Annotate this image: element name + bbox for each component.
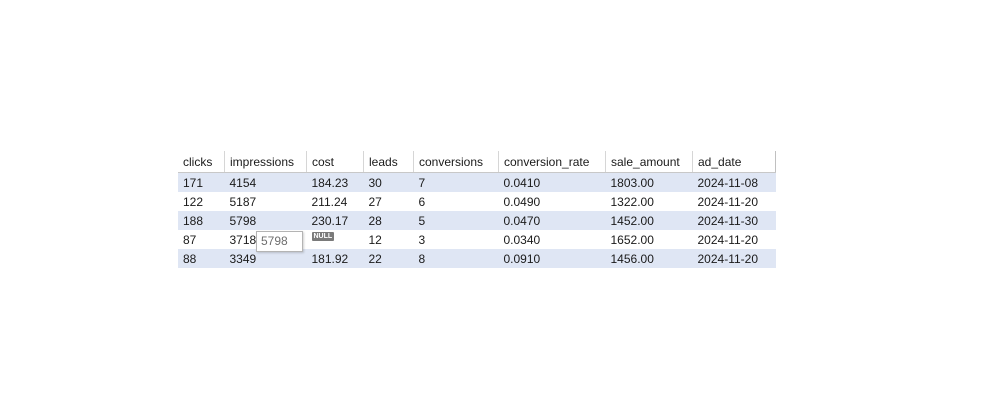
table-cell[interactable]: 7 (414, 173, 499, 193)
column-header-leads[interactable]: leads (363, 151, 414, 173)
table-row[interactable]: 188 5798 230.17 28 5 0.0470 1452.00 2024… (178, 211, 776, 230)
table-cell[interactable]: 30 (364, 173, 414, 193)
table-cell[interactable]: 2024-11-20 (693, 230, 776, 249)
table-row[interactable]: 171 4154 184.23 30 7 0.0410 1803.00 2024… (178, 172, 776, 193)
table-cell[interactable]: 4154 (225, 173, 307, 193)
column-header-impressions[interactable]: impressions (224, 151, 307, 173)
table-cell[interactable]: 230.17 (307, 211, 364, 230)
table-cell[interactable]: 8 (414, 249, 499, 268)
table-cell[interactable]: 87 (178, 230, 225, 249)
grid-header-row: clicks impressions cost leads conversion… (178, 151, 776, 173)
table-cell[interactable]: 2024-11-30 (693, 211, 776, 230)
table-cell[interactable]: 171 (178, 173, 225, 193)
table-cell[interactable]: 2024-11-20 (693, 249, 776, 268)
column-header-sale-amount[interactable]: sale_amount (605, 151, 693, 173)
table-cell[interactable]: 1803.00 (606, 173, 693, 193)
table-cell[interactable]: 5 (414, 211, 499, 230)
table-cell[interactable]: 3 (414, 230, 499, 249)
table-cell[interactable]: 2024-11-08 (693, 173, 776, 193)
column-header-clicks[interactable]: clicks (178, 151, 225, 173)
table-cell[interactable]: 27 (364, 192, 414, 211)
table-cell[interactable]: 12 (364, 230, 414, 249)
table-cell[interactable]: 5798 (225, 211, 307, 230)
table-cell[interactable]: 0.0490 (499, 192, 606, 211)
column-header-cost[interactable]: cost (306, 151, 364, 173)
table-cell[interactable]: 1652.00 (606, 230, 693, 249)
table-cell[interactable]: 22 (364, 249, 414, 268)
table-cell[interactable]: 122 (178, 192, 225, 211)
table-cell[interactable]: 0.0470 (499, 211, 606, 230)
table-cell[interactable]: 0.0340 (499, 230, 606, 249)
table-cell[interactable]: 1322.00 (606, 192, 693, 211)
table-cell[interactable]: 0.0410 (499, 173, 606, 193)
null-badge: NULL (311, 231, 335, 241)
column-header-conversions[interactable]: conversions (413, 151, 499, 173)
column-header-conversion-rate[interactable]: conversion_rate (498, 151, 606, 173)
column-header-ad-date[interactable]: ad_date (692, 151, 776, 173)
table-cell[interactable]: 188 (178, 211, 225, 230)
table-row[interactable]: 122 5187 211.24 27 6 0.0490 1322.00 2024… (178, 192, 776, 211)
table-cell[interactable]: 2024-11-20 (693, 192, 776, 211)
table-cell[interactable]: 184.23 (307, 173, 364, 193)
table-cell[interactable]: 6 (414, 192, 499, 211)
table-cell-cost-null[interactable]: NULL (307, 230, 364, 249)
table-cell[interactable]: 28 (364, 211, 414, 230)
table-cell[interactable]: 1456.00 (606, 249, 693, 268)
table-cell[interactable]: 181.92 (307, 249, 364, 268)
table-cell[interactable]: 211.24 (307, 192, 364, 211)
table-cell[interactable]: 88 (178, 249, 225, 268)
table-cell[interactable]: 0.0910 (499, 249, 606, 268)
table-cell[interactable]: 1452.00 (606, 211, 693, 230)
table-cell[interactable]: 5187 (225, 192, 307, 211)
cell-editor-input[interactable]: 5798 (256, 231, 303, 252)
